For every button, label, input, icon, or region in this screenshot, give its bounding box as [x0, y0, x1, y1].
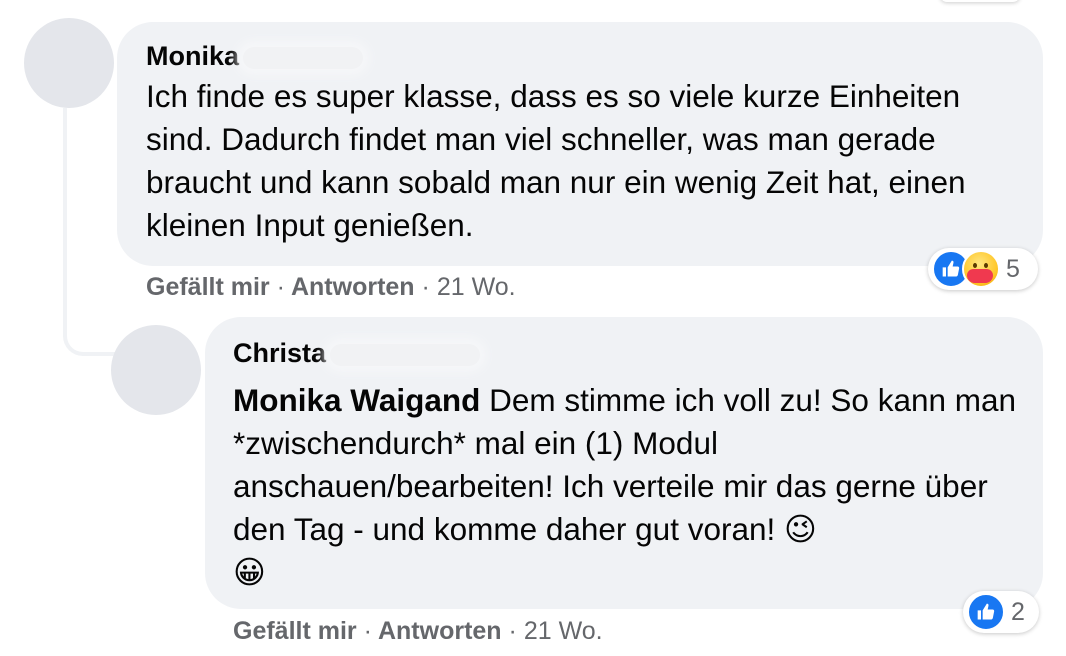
redacted-name: [330, 343, 481, 366]
redacted-name: [243, 46, 364, 69]
comment-actions: Gefällt mir · Antworten · 21 Wo.: [146, 272, 516, 302]
reaction-summary[interactable]: 5: [928, 248, 1038, 290]
timestamp[interactable]: 21 Wo.: [437, 273, 516, 301]
reaction-count: 5: [1006, 254, 1020, 283]
wink-emoji: 😉: [784, 511, 817, 547]
separator: ·: [363, 617, 372, 645]
separator: ·: [508, 617, 517, 645]
reaction-summary[interactable]: 2: [963, 591, 1039, 633]
comment-author[interactable]: Christa: [233, 337, 1015, 369]
care-icon: [962, 250, 1000, 288]
comment-text: Ich finde es super klasse, dass es so vi…: [146, 78, 966, 243]
mention-link[interactable]: Monika Waigand: [233, 382, 480, 418]
thread-connector: [63, 108, 115, 356]
timestamp[interactable]: 21 Wo.: [524, 617, 603, 645]
reply-button[interactable]: Antworten: [378, 617, 502, 645]
like-button[interactable]: Gefällt mir: [146, 273, 270, 301]
reaction-count: 2: [1011, 597, 1025, 626]
separator: ·: [276, 273, 285, 301]
reply-bubble: Christa Monika Waigand Dem stimme ich vo…: [205, 317, 1043, 609]
like-button[interactable]: Gefällt mir: [233, 617, 357, 645]
reply-button[interactable]: Antworten: [291, 273, 415, 301]
like-icon: [967, 593, 1005, 631]
avatar[interactable]: [24, 18, 114, 108]
comment-text: Monika Waigand Dem stimme ich voll zu! S…: [233, 382, 1017, 590]
comment-author[interactable]: Monika: [146, 40, 1015, 72]
avatar[interactable]: [111, 325, 201, 415]
grin-emoji: 😀: [233, 554, 266, 590]
comment-bubble: Monika Ich finde es super klasse, dass e…: [117, 22, 1043, 266]
comment-actions: Gefällt mir · Antworten · 21 Wo.: [233, 616, 603, 646]
card-edge: [940, 0, 1020, 2]
separator: ·: [421, 273, 430, 301]
